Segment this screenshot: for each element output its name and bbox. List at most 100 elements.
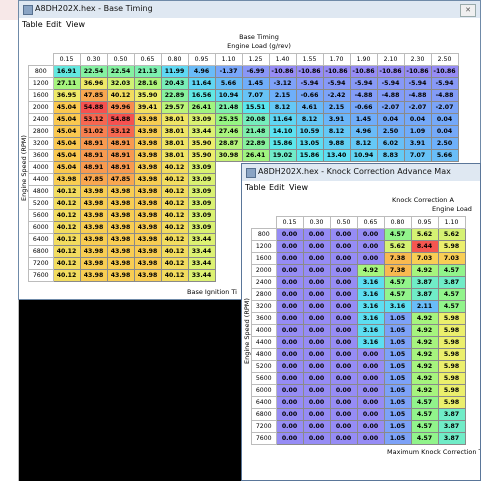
- table-cell[interactable]: 40.12: [52, 233, 81, 246]
- table-cell[interactable]: 11.64: [187, 77, 216, 90]
- table-cell[interactable]: 0.00: [275, 228, 304, 241]
- table-cell[interactable]: 48.91: [79, 149, 108, 162]
- table-cell[interactable]: 0.04: [430, 125, 459, 138]
- table-cell[interactable]: 5.98: [437, 348, 466, 361]
- table-cell[interactable]: -4.88: [403, 89, 432, 102]
- column-header[interactable]: 0.80: [383, 216, 412, 229]
- table-cell[interactable]: 0.00: [302, 348, 331, 361]
- table-cell[interactable]: 0.00: [329, 264, 358, 277]
- table-cell[interactable]: -10.86: [403, 65, 432, 78]
- table-cell[interactable]: 54.88: [106, 113, 135, 126]
- table-cell[interactable]: 15.86: [268, 137, 297, 150]
- table-cell[interactable]: [215, 233, 242, 246]
- table-cell[interactable]: 19.02: [268, 149, 297, 162]
- row-header[interactable]: 3600: [251, 312, 277, 325]
- table-cell[interactable]: -0.66: [295, 89, 324, 102]
- table-cell[interactable]: 0.00: [302, 276, 331, 289]
- table-cell[interactable]: 36.95: [52, 89, 81, 102]
- table-cell[interactable]: 10.94: [214, 89, 243, 102]
- table-cell[interactable]: 43.98: [133, 161, 162, 174]
- table-cell[interactable]: 0.00: [329, 360, 358, 373]
- table-cell[interactable]: 45.04: [52, 125, 81, 138]
- table-cell[interactable]: 33.09: [187, 197, 216, 210]
- row-header[interactable]: 5600: [251, 372, 277, 385]
- table-cell[interactable]: 1.05: [383, 360, 412, 373]
- table-cell[interactable]: 33.09: [187, 161, 216, 174]
- table-cell[interactable]: 4.92: [410, 312, 439, 325]
- table-cell[interactable]: 0.00: [275, 420, 304, 433]
- table-cell[interactable]: -2.07: [430, 101, 459, 114]
- table-cell[interactable]: 0.00: [329, 384, 358, 397]
- table-cell[interactable]: 22.89: [241, 137, 270, 150]
- table-cell[interactable]: 32.03: [106, 77, 135, 90]
- table-cell[interactable]: 0.00: [329, 276, 358, 289]
- table-cell[interactable]: 51.02: [79, 125, 108, 138]
- table-cell[interactable]: 2.50: [376, 125, 405, 138]
- table-cell[interactable]: 48.91: [106, 149, 135, 162]
- table-cell[interactable]: 43.98: [79, 221, 108, 234]
- table-cell[interactable]: 38.01: [160, 149, 189, 162]
- table-cell[interactable]: 0.00: [356, 348, 385, 361]
- row-header[interactable]: 4400: [251, 336, 277, 349]
- table-cell[interactable]: 5.98: [437, 372, 466, 385]
- table-cell[interactable]: -4.88: [349, 89, 378, 102]
- row-header[interactable]: 1200: [28, 77, 54, 90]
- row-header[interactable]: 4000: [251, 324, 277, 337]
- table-cell[interactable]: 0.00: [329, 432, 358, 445]
- menu-view[interactable]: View: [289, 183, 308, 192]
- table-cell[interactable]: 0.00: [329, 252, 358, 265]
- table-cell[interactable]: -4.88: [430, 89, 459, 102]
- table-cell[interactable]: 1.45: [349, 113, 378, 126]
- table-cell[interactable]: 38.01: [160, 137, 189, 150]
- table-cell[interactable]: 0.00: [275, 336, 304, 349]
- table-cell[interactable]: 35.90: [187, 137, 216, 150]
- table-cell[interactable]: -10.86: [295, 65, 324, 78]
- table-cell[interactable]: 43.98: [133, 137, 162, 150]
- table-cell[interactable]: 21.48: [214, 101, 243, 114]
- table-cell[interactable]: -2.42: [322, 89, 351, 102]
- table-cell[interactable]: 0.00: [356, 228, 385, 241]
- table-cell[interactable]: 48.91: [106, 137, 135, 150]
- table-cell[interactable]: 0.00: [329, 288, 358, 301]
- table-cell[interactable]: 45.04: [52, 101, 81, 114]
- table-cell[interactable]: -0.66: [349, 101, 378, 114]
- table-cell[interactable]: 5.62: [437, 228, 466, 241]
- table-cell[interactable]: 0.00: [329, 324, 358, 337]
- table-cell[interactable]: 16.91: [52, 65, 81, 78]
- table-cell[interactable]: 5.62: [410, 228, 439, 241]
- column-header[interactable]: 0.65: [356, 216, 385, 229]
- table-cell[interactable]: 0.00: [356, 396, 385, 409]
- table-cell[interactable]: 4.92: [410, 324, 439, 337]
- table-cell[interactable]: 4.57: [437, 300, 466, 313]
- table-cell[interactable]: 0.00: [329, 312, 358, 325]
- table-cell[interactable]: 13.40: [322, 149, 351, 162]
- column-header[interactable]: 0.65: [133, 53, 162, 66]
- column-header[interactable]: 0.15: [275, 216, 304, 229]
- table-cell[interactable]: 2.11: [410, 300, 439, 313]
- table-cell[interactable]: -10.86: [322, 65, 351, 78]
- table-cell[interactable]: 43.98: [79, 245, 108, 258]
- table-cell[interactable]: 43.98: [79, 197, 108, 210]
- column-header[interactable]: 1.40: [268, 53, 297, 66]
- table-cell[interactable]: 40.12: [160, 197, 189, 210]
- row-header[interactable]: 7200: [251, 420, 277, 433]
- table-cell[interactable]: 43.98: [106, 185, 135, 198]
- column-header[interactable]: 0.30: [302, 216, 331, 229]
- table-cell[interactable]: 40.12: [160, 233, 189, 246]
- table-cell[interactable]: 5.98: [437, 324, 466, 337]
- row-header[interactable]: 2400: [28, 113, 54, 126]
- table-cell[interactable]: [215, 209, 242, 222]
- table-cell[interactable]: 14.10: [268, 125, 297, 138]
- table-cell[interactable]: 45.04: [52, 161, 81, 174]
- table-cell[interactable]: 33.44: [187, 233, 216, 246]
- table-cell[interactable]: 28.16: [133, 77, 162, 90]
- table-cell[interactable]: 3.87: [437, 420, 466, 433]
- table-cell[interactable]: 0.00: [356, 372, 385, 385]
- column-header[interactable]: 0.30: [79, 53, 108, 66]
- table-cell[interactable]: 4.96: [349, 125, 378, 138]
- table-cell[interactable]: 0.00: [275, 348, 304, 361]
- column-header[interactable]: 1.90: [349, 53, 378, 66]
- table-cell[interactable]: 1.45: [241, 77, 270, 90]
- table-cell[interactable]: 40.12: [160, 269, 189, 282]
- menu-view[interactable]: View: [66, 20, 85, 29]
